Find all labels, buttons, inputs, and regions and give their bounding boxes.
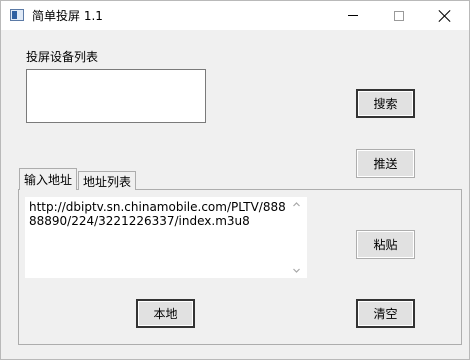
clear-button[interactable]: 清空: [356, 299, 415, 328]
device-list-label: 投屏设备列表: [26, 50, 99, 64]
device-list[interactable]: [26, 69, 206, 123]
url-text: http://dbiptv.sn.chinamobile.com/PLTV/88…: [29, 200, 286, 228]
minimize-button[interactable]: [330, 1, 376, 30]
maximize-icon: [394, 10, 404, 21]
tab-address-list[interactable]: 地址列表: [78, 171, 137, 190]
local-button[interactable]: 本地: [136, 299, 195, 328]
push-button[interactable]: 推送: [356, 149, 415, 178]
close-icon: [439, 10, 451, 22]
search-button[interactable]: 搜索: [356, 89, 415, 118]
scroll-up-icon[interactable]: [293, 201, 300, 208]
minimize-icon: [348, 15, 358, 16]
main-window: 简单投屏 1.1 投屏设备列表 搜索 推送 输入地址 地址列表 http://d…: [0, 0, 470, 360]
close-button[interactable]: [422, 1, 468, 30]
url-input[interactable]: http://dbiptv.sn.chinamobile.com/PLTV/88…: [25, 197, 307, 278]
tab-input-address[interactable]: 输入地址: [19, 168, 78, 190]
scroll-down-icon[interactable]: [293, 267, 300, 274]
paste-button[interactable]: 粘贴: [356, 230, 415, 259]
app-icon: [10, 9, 24, 21]
maximize-button[interactable]: [376, 1, 422, 30]
title-bar: 简单投屏 1.1: [1, 1, 469, 30]
window-title: 简单投屏 1.1: [32, 9, 103, 23]
